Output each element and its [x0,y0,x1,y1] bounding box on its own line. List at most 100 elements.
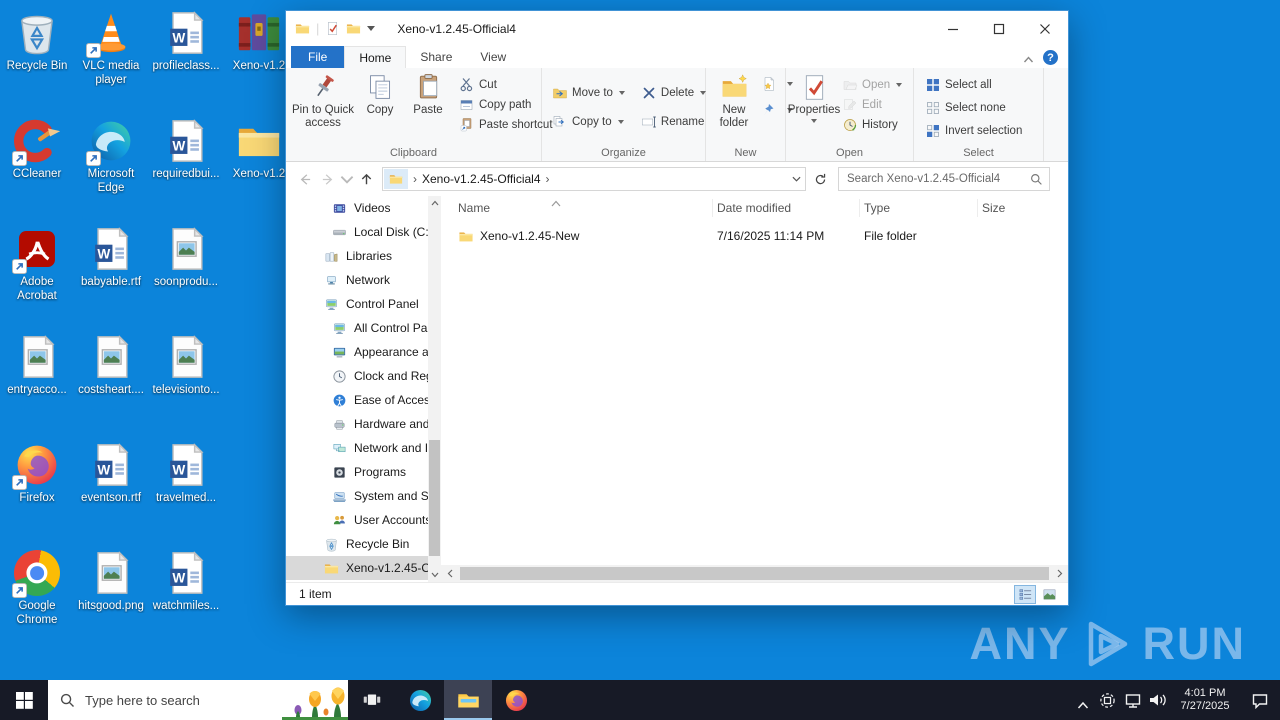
tray-chevron-up-icon[interactable] [1070,696,1095,709]
details-view-button[interactable] [1014,584,1036,604]
nav-item-programs[interactable]: Programs [286,460,428,484]
horizontal-scrollbar[interactable] [441,565,1068,582]
taskbar-edge-button[interactable] [396,680,444,720]
taskbar-search-box[interactable] [48,680,348,720]
paste-button[interactable]: Paste [404,71,452,117]
paste-shortcut-button[interactable]: Paste shortcut [459,116,553,133]
minimize-button[interactable] [930,11,976,46]
desktop-icon-recycle-bin[interactable]: Recycle Bin [0,10,74,73]
copy-path-button[interactable]: Copy path [459,96,553,113]
desktop-icon-babyable-rtf[interactable]: Wbabyable.rtf [74,226,148,289]
desktop-icon-entryacco[interactable]: entryacco... [0,334,74,397]
taskbar-clock[interactable]: 4:01 PM 7/27/2025 [1170,687,1240,713]
desktop-icon-firefox[interactable]: Firefox [0,442,74,505]
breadcrumb[interactable]: Xeno-v1.2.45-Official4 [422,172,541,186]
invert-selection-button[interactable]: Invert selection [925,122,1022,139]
action-center-icon[interactable] [1240,692,1280,709]
taskbar-firefox-button[interactable] [492,680,540,720]
nav-item-control-panel[interactable]: Control Panel [286,292,428,316]
tab-file[interactable]: File [291,46,345,68]
desktop-icon-costsheart[interactable]: costsheart.... [74,334,148,397]
folder-icon[interactable] [295,21,310,36]
desktop-icon-profileclass[interactable]: Wprofileclass... [149,10,223,73]
scroll-right-icon[interactable] [1051,565,1068,582]
copy-to-button[interactable]: Copy to [552,113,625,130]
column-header-type[interactable]: Type [860,199,978,217]
scroll-down-icon[interactable] [428,568,441,582]
thumbnails-view-button[interactable] [1038,585,1060,604]
file-row-xeno-v1-2-45-new[interactable]: Xeno-v1.2.45-New 7/16/2025 11:14 PM File f… [441,225,1068,247]
title-bar[interactable]: | Xeno-v1.2.45-Official4 [286,11,1068,46]
tab-share[interactable]: Share [406,46,466,68]
back-button[interactable] [292,172,316,187]
select-all-button[interactable]: Select all [925,76,1022,93]
desktop-icon-google-chrome[interactable]: Google Chrome [0,550,74,627]
scroll-up-icon[interactable] [428,196,441,210]
nav-item-user-accounts[interactable]: User Accounts [286,508,428,532]
taskbar-file-explorer-button[interactable] [444,680,492,720]
search-box[interactable] [838,167,1050,191]
nav-item-network[interactable]: Network [286,268,428,292]
chevron-down-icon[interactable] [367,26,376,31]
collapse-ribbon-icon[interactable] [1023,53,1034,63]
tray-volume-icon[interactable] [1145,692,1170,708]
start-button[interactable] [0,680,48,720]
nav-item-videos[interactable]: Videos [286,196,428,220]
nav-item-xeno-v1-2-45-of[interactable]: Xeno-v1.2.45-Of [286,556,428,580]
folder-icon[interactable] [346,21,361,36]
desktop-icon-hitsgood-png[interactable]: hitsgood.png [74,550,148,613]
rename-button[interactable]: Rename [641,113,706,130]
close-button[interactable] [1022,11,1068,46]
address-folder-icon[interactable] [384,169,408,189]
desktop-icon-soonprodu[interactable]: soonprodu... [149,226,223,289]
nav-item-hardware-and-s[interactable]: Hardware and S [286,412,428,436]
address-dropdown-icon[interactable] [787,176,805,182]
scroll-left-icon[interactable] [441,565,458,582]
search-highlight-tulips-image[interactable] [282,686,348,720]
new-folder-button[interactable]: New folder [710,71,758,130]
task-view-button[interactable] [348,680,396,720]
column-header-date-modified[interactable]: Date modified [713,199,860,217]
column-header-size[interactable]: Size [978,199,1064,217]
desktop-icon-ccleaner[interactable]: CCleaner [0,118,74,181]
breadcrumb-chevron[interactable]: › [408,172,422,186]
column-header-name[interactable]: Name [441,199,713,217]
nav-item-system-and-se[interactable]: System and Se [286,484,428,508]
desktop-icon-microsoft-edge[interactable]: Microsoft Edge [74,118,148,195]
open-button[interactable]: Open [842,76,903,93]
recent-locations-icon[interactable] [340,172,354,187]
desktop-icon-televisionto[interactable]: televisionto... [149,334,223,397]
tray-sandbox-icon[interactable] [1095,692,1120,709]
nav-item-libraries[interactable]: Libraries [286,244,428,268]
tray-network-icon[interactable] [1120,692,1145,709]
nav-item-ease-of-access[interactable]: Ease of Access [286,388,428,412]
desktop-icon-eventson-rtf[interactable]: Weventson.rtf [74,442,148,505]
nav-item-local-disk-c[interactable]: Local Disk (C:) [286,220,428,244]
scrollbar-thumb[interactable] [429,440,440,556]
maximize-button[interactable] [976,11,1022,46]
search-icon[interactable] [1030,173,1043,186]
history-button[interactable]: History [842,116,902,133]
cut-button[interactable]: Cut [459,76,553,93]
forward-button[interactable] [316,172,340,187]
select-none-button[interactable]: Select none [925,99,1022,116]
desktop-icon-adobe-acrobat[interactable]: Adobe Acrobat [0,226,74,303]
search-input[interactable] [845,172,1030,186]
pin-to-quick-access-button[interactable]: Pin to Quick access [290,71,356,130]
scrollbar-thumb[interactable] [460,567,1049,580]
nav-item-clock-and-regi[interactable]: Clock and Regi [286,364,428,388]
breadcrumb-chevron[interactable]: › [541,172,555,186]
address-bar[interactable]: › Xeno-v1.2.45-Official4 › [382,167,806,191]
desktop-icon-vlc-media-player[interactable]: VLC media player [74,10,148,87]
up-button[interactable] [354,172,378,187]
copy-button[interactable]: Copy [356,71,404,117]
refresh-icon[interactable] [808,173,832,186]
nav-item-recycle-bin[interactable]: Recycle Bin [286,532,428,556]
delete-button[interactable]: Delete [641,84,707,101]
nav-scrollbar[interactable] [428,196,441,582]
properties-icon[interactable] [325,21,340,36]
tab-home[interactable]: Home [344,46,407,69]
help-icon[interactable]: ? [1043,50,1058,65]
nav-item-appearance-an[interactable]: Appearance an [286,340,428,364]
move-to-button[interactable]: Move to [552,84,625,101]
